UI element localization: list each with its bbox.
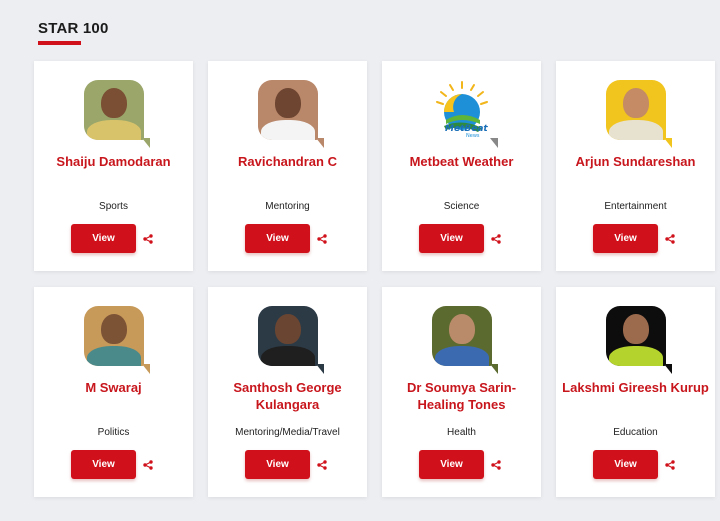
star-name[interactable]: Ravichandran C <box>213 154 363 187</box>
star-category: Health <box>447 427 476 438</box>
star-category: Politics <box>97 427 130 438</box>
share-icon[interactable] <box>316 233 328 245</box>
star-name[interactable]: M Swaraj <box>39 380 189 413</box>
view-button[interactable]: View <box>71 450 136 479</box>
star-category: Sports <box>99 201 128 212</box>
share-icon[interactable] <box>142 233 154 245</box>
star-card: Lakshmi Gireesh Kurup Education View <box>556 287 715 497</box>
star-category: Mentoring/Media/Travel <box>235 427 340 438</box>
star-card-grid: Shaiju Damodaran Sports View Ravichandra… <box>34 61 715 497</box>
avatar[interactable] <box>83 306 150 374</box>
share-icon[interactable] <box>490 233 502 245</box>
star-name[interactable]: Lakshmi Gireesh Kurup <box>561 380 711 413</box>
view-button[interactable]: View <box>71 224 136 253</box>
star-card: MetBeat News Metbeat Weather Science Vie… <box>382 61 541 271</box>
share-icon[interactable] <box>142 459 154 471</box>
view-button[interactable]: View <box>593 224 658 253</box>
star-name[interactable]: Dr Soumya Sarin-Healing Tones <box>387 380 537 413</box>
star-category: Science <box>443 201 480 212</box>
view-button[interactable]: View <box>593 450 658 479</box>
avatar[interactable] <box>605 306 672 374</box>
section-title: STAR 100 <box>38 20 109 37</box>
view-button[interactable]: View <box>245 224 310 253</box>
star-card: M Swaraj Politics View <box>34 287 193 497</box>
star-card: Dr Soumya Sarin-Healing Tones Health Vie… <box>382 287 541 497</box>
star-category: Mentoring <box>265 201 310 212</box>
star-category: Entertainment <box>604 201 667 212</box>
share-icon[interactable] <box>490 459 502 471</box>
avatar[interactable] <box>257 80 324 148</box>
star-name[interactable]: Arjun Sundareshan <box>561 154 711 187</box>
star-name[interactable]: Metbeat Weather <box>387 154 537 187</box>
star-card: Ravichandran C Mentoring View <box>208 61 367 271</box>
avatar[interactable] <box>257 306 324 374</box>
star-card: Santhosh George Kulangara Mentoring/Medi… <box>208 287 367 497</box>
star-category: Education <box>613 427 658 438</box>
share-icon[interactable] <box>664 459 676 471</box>
avatar[interactable] <box>605 80 672 148</box>
avatar[interactable] <box>83 80 150 148</box>
view-button[interactable]: View <box>419 450 484 479</box>
view-button[interactable]: View <box>419 224 484 253</box>
section-title-underline <box>38 41 81 45</box>
star-name[interactable]: Santhosh George Kulangara <box>213 380 363 413</box>
star-name[interactable]: Shaiju Damodaran <box>39 154 189 187</box>
svg-text:News: News <box>466 133 480 139</box>
view-button[interactable]: View <box>245 450 310 479</box>
star-card: Arjun Sundareshan Entertainment View <box>556 61 715 271</box>
share-icon[interactable] <box>664 233 676 245</box>
avatar[interactable] <box>431 306 498 374</box>
share-icon[interactable] <box>316 459 328 471</box>
star-card: Shaiju Damodaran Sports View <box>34 61 193 271</box>
metbeat-weather-logo[interactable]: MetBeat News <box>432 80 498 148</box>
